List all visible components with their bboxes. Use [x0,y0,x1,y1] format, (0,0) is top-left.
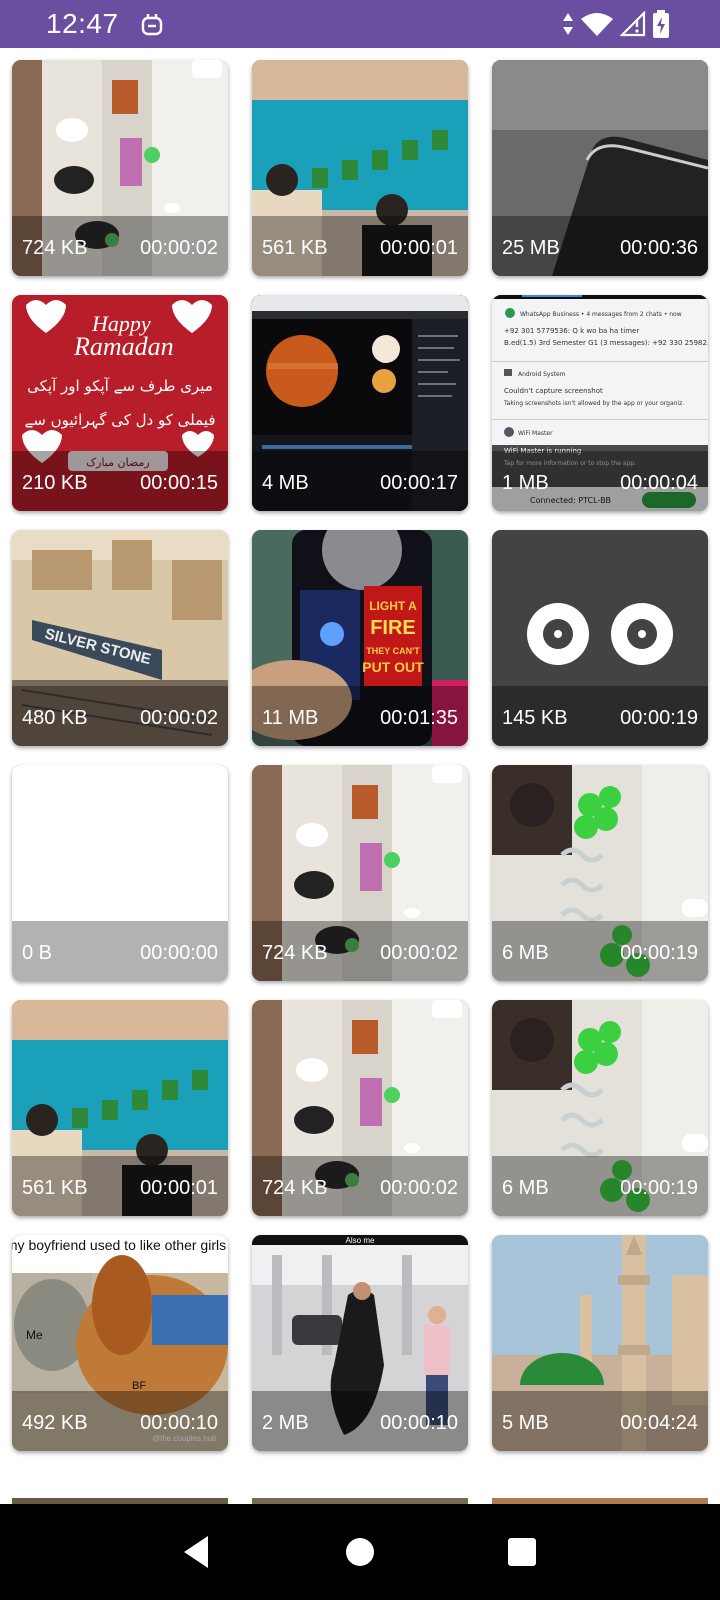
ramadan-title-text: Ramadan [73,332,174,361]
ramadan-urdu-line-2: فیملی کو دل کی گہرائیوں سے [25,411,216,429]
notif-android-system: Android System [518,371,566,378]
video-tile[interactable]: 4 MB 00:00:17 [252,295,468,511]
video-duration: 00:00:01 [380,237,458,259]
video-size: 724 KB [22,237,88,259]
video-duration: 00:00:02 [140,237,218,259]
video-duration: 00:00:19 [620,942,698,964]
notif-wifi-master: WiFi Master [518,430,553,437]
video-tile[interactable]: 0 B 00:00:00 [12,765,228,981]
video-tile[interactable]: 25 MB 00:00:36 [492,60,708,276]
video-size: 11 MB [262,707,319,729]
video-size: 6 MB [502,942,549,964]
video-tile[interactable]: 6 MB 00:00:19 [492,1000,708,1216]
video-tile[interactable]: 6 MB 00:00:19 [492,765,708,981]
video-size: 6 MB [502,1177,549,1199]
video-tile[interactable]: my boyfriend used to like other girls Me… [12,1235,228,1451]
video-tile[interactable]: LIGHT A FIRE THEY CAN'T PUT OUT 11 MB 00:… [252,530,468,746]
video-size: 0 B [22,942,53,964]
poster-line-3: THEY CAN'T [366,646,420,656]
video-duration: 00:00:02 [380,942,458,964]
video-tile[interactable]: 5 MB 00:04:24 [492,1235,708,1451]
video-size: 2 MB [262,1412,309,1434]
signal-icon [620,11,646,37]
wifi-icon [581,13,613,36]
battery-charging-icon [653,10,669,38]
video-duration: 00:00:15 [140,472,218,494]
video-size: 4 MB [262,472,309,494]
notif-screenshot-body: Taking screenshots isn't allowed by the … [503,400,684,407]
video-size: 480 KB [22,707,88,729]
airport-caption: Also me [346,1236,375,1245]
poster-line-1: LIGHT A [369,599,417,613]
video-duration: 00:04:24 [620,1412,698,1434]
video-tile[interactable]: 724 KB 00:00:02 [252,765,468,981]
video-duration: 00:00:01 [140,1177,218,1199]
poster-line-4: PUT OUT [362,659,424,675]
notif-screenshot-title: Couldn't capture screenshot [504,387,603,395]
video-duration: 00:00:36 [620,237,698,259]
back-icon[interactable] [176,1532,216,1572]
navigation-bar [0,1504,720,1600]
poster-line-2: FIRE [370,617,416,639]
status-bar: 12:47 [0,0,720,48]
video-duration: 00:00:10 [140,1412,218,1434]
notification-app-icon [141,14,163,36]
video-size: 1 MB [502,472,549,494]
system-icons [562,10,670,38]
video-duration: 00:00:00 [140,942,218,964]
video-tile[interactable]: WhatsApp Business • 4 messages from 2 ch… [492,295,708,511]
video-duration: 00:00:10 [380,1412,458,1434]
video-size: 561 KB [262,237,328,259]
video-size: 145 KB [502,707,568,729]
video-tile[interactable]: 724 KB 00:00:02 [252,1000,468,1216]
video-tile[interactable]: SILVER STONE 480 KB 00:00:02 [12,530,228,746]
status-time: 12:47 [46,8,119,39]
meme-label-me: Me [26,1328,43,1342]
video-tile[interactable]: 145 KB 00:00:19 [492,530,708,746]
video-tile[interactable]: 561 KB 00:00:01 [252,60,468,276]
video-duration: 00:00:02 [140,707,218,729]
video-duration: 00:00:17 [380,472,458,494]
notif-whatsapp-header: WhatsApp Business • 4 messages from 2 ch… [520,311,682,318]
video-duration: 00:00:02 [380,1177,458,1199]
video-size: 25 MB [502,237,560,259]
video-tile[interactable]: Happy Ramadan میری طرف سے آپکو اور آپکی … [12,295,228,511]
home-icon[interactable] [340,1532,380,1572]
video-duration: 00:00:19 [620,707,698,729]
video-size: 561 KB [22,1177,88,1199]
video-size: 210 KB [22,472,88,494]
video-tile[interactable]: 561 KB 00:00:01 [12,1000,228,1216]
notif-message-1: +92 301 5779536: Q k wo ba ha timer [504,327,639,335]
video-grid[interactable]: 724 KB 00:00:02 561 KB 00:00:01 25 MB 00:00… [0,48,720,1504]
video-duration: 00:01:35 [380,707,458,729]
video-tile[interactable]: Also me 2 MB 00:00:10 [252,1235,468,1451]
video-size: 724 KB [262,1177,328,1199]
video-tile[interactable]: 724 KB 00:00:02 [12,60,228,276]
data-arrows-icon [563,13,573,35]
video-size: 5 MB [502,1412,549,1434]
notif-message-2: B.ed(1.5) 3rd Semester G1 (3 messages): … [504,339,708,347]
video-size: 492 KB [22,1412,88,1434]
meme-caption: my boyfriend used to like other girls [12,1237,226,1253]
video-duration: 00:00:19 [620,1177,698,1199]
video-size: 724 KB [262,942,328,964]
video-duration: 00:00:04 [620,472,698,494]
ramadan-urdu-line-1: میری طرف سے آپکو اور آپکی [27,377,213,396]
recents-icon[interactable] [502,1532,542,1572]
